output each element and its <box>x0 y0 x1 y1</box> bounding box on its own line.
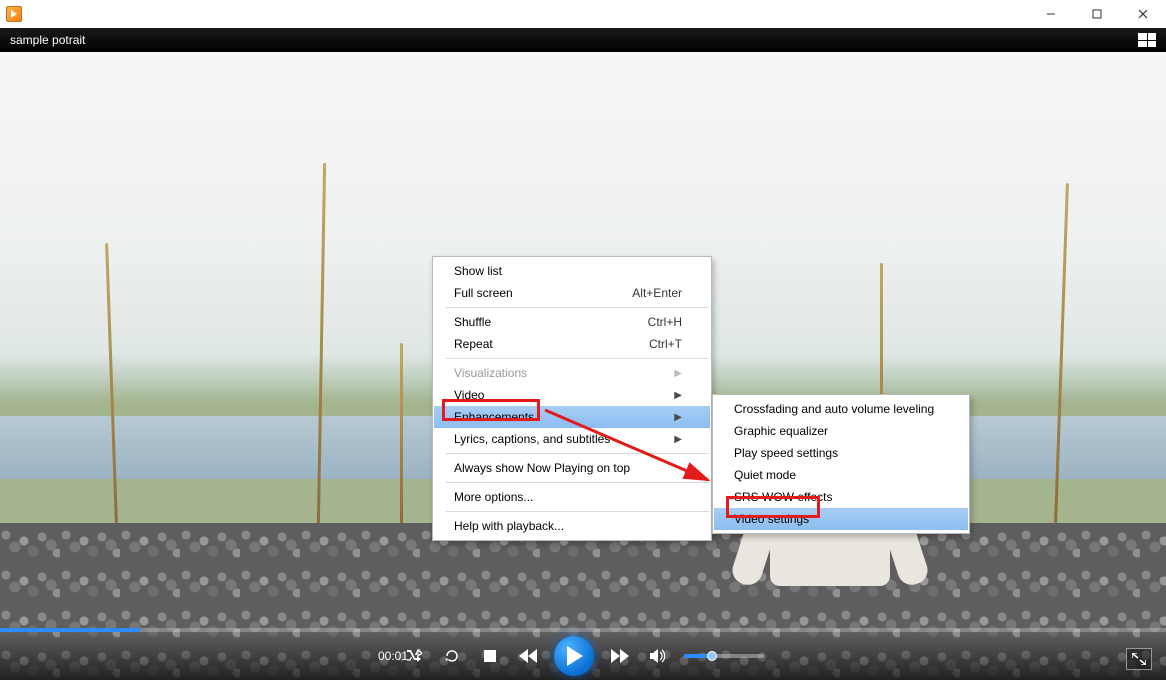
window-controls <box>1028 0 1166 28</box>
time-elapsed: 00:01 <box>378 649 408 663</box>
window-titlebar <box>0 0 1166 28</box>
minimize-button[interactable] <box>1028 0 1074 28</box>
submenu-arrow-icon: ▶ <box>674 434 682 445</box>
mute-button[interactable] <box>646 644 670 668</box>
transport-controls: 00:01 <box>0 632 1166 680</box>
menu-show-list[interactable]: Show list <box>434 260 710 282</box>
submenu-video-settings[interactable]: Video settings <box>714 508 968 530</box>
context-menu-main: Show list Full screenAlt+Enter ShuffleCt… <box>432 256 712 541</box>
submenu-arrow-icon: ▶ <box>674 412 682 423</box>
app-icon <box>6 6 22 22</box>
submenu-quiet-mode[interactable]: Quiet mode <box>714 464 968 486</box>
repeat-button[interactable] <box>440 644 464 668</box>
menu-repeat[interactable]: RepeatCtrl+T <box>434 333 710 355</box>
video-viewport[interactable]: Show list Full screenAlt+Enter ShuffleCt… <box>0 52 1166 680</box>
menu-separator <box>446 307 709 308</box>
maximize-button[interactable] <box>1074 0 1120 28</box>
switch-to-library-button[interactable] <box>1138 33 1156 47</box>
volume-slider[interactable] <box>684 654 764 658</box>
menu-more-options[interactable]: More options... <box>434 486 710 508</box>
menu-help-playback[interactable]: Help with playback... <box>434 515 710 537</box>
close-button[interactable] <box>1120 0 1166 28</box>
previous-button[interactable] <box>516 644 540 668</box>
menu-separator <box>446 358 709 359</box>
now-playing-bar: sample potrait <box>0 28 1166 52</box>
fullscreen-button[interactable] <box>1126 648 1152 670</box>
submenu-arrow-icon: ▶ <box>674 368 682 379</box>
now-playing-title: sample potrait <box>10 33 85 47</box>
play-button[interactable] <box>554 636 594 676</box>
menu-always-on-top[interactable]: Always show Now Playing on top <box>434 457 710 479</box>
menu-full-screen[interactable]: Full screenAlt+Enter <box>434 282 710 304</box>
context-menu-enhancements: Crossfading and auto volume leveling Gra… <box>712 394 970 534</box>
submenu-play-speed[interactable]: Play speed settings <box>714 442 968 464</box>
submenu-crossfading[interactable]: Crossfading and auto volume leveling <box>714 398 968 420</box>
menu-shuffle[interactable]: ShuffleCtrl+H <box>434 311 710 333</box>
submenu-graphic-equalizer[interactable]: Graphic equalizer <box>714 420 968 442</box>
menu-visualizations: Visualizations▶ <box>434 362 710 384</box>
menu-separator <box>446 453 709 454</box>
submenu-srs-wow[interactable]: SRS WOW effects <box>714 486 968 508</box>
next-button[interactable] <box>608 644 632 668</box>
menu-video[interactable]: Video▶ <box>434 384 710 406</box>
menu-lyrics-captions-subtitles[interactable]: Lyrics, captions, and subtitles▶ <box>434 428 710 450</box>
stop-button[interactable] <box>478 644 502 668</box>
submenu-arrow-icon: ▶ <box>674 390 682 401</box>
menu-separator <box>446 511 709 512</box>
menu-separator <box>446 482 709 483</box>
menu-enhancements[interactable]: Enhancements▶ <box>434 406 710 428</box>
volume-thumb[interactable] <box>707 651 717 661</box>
